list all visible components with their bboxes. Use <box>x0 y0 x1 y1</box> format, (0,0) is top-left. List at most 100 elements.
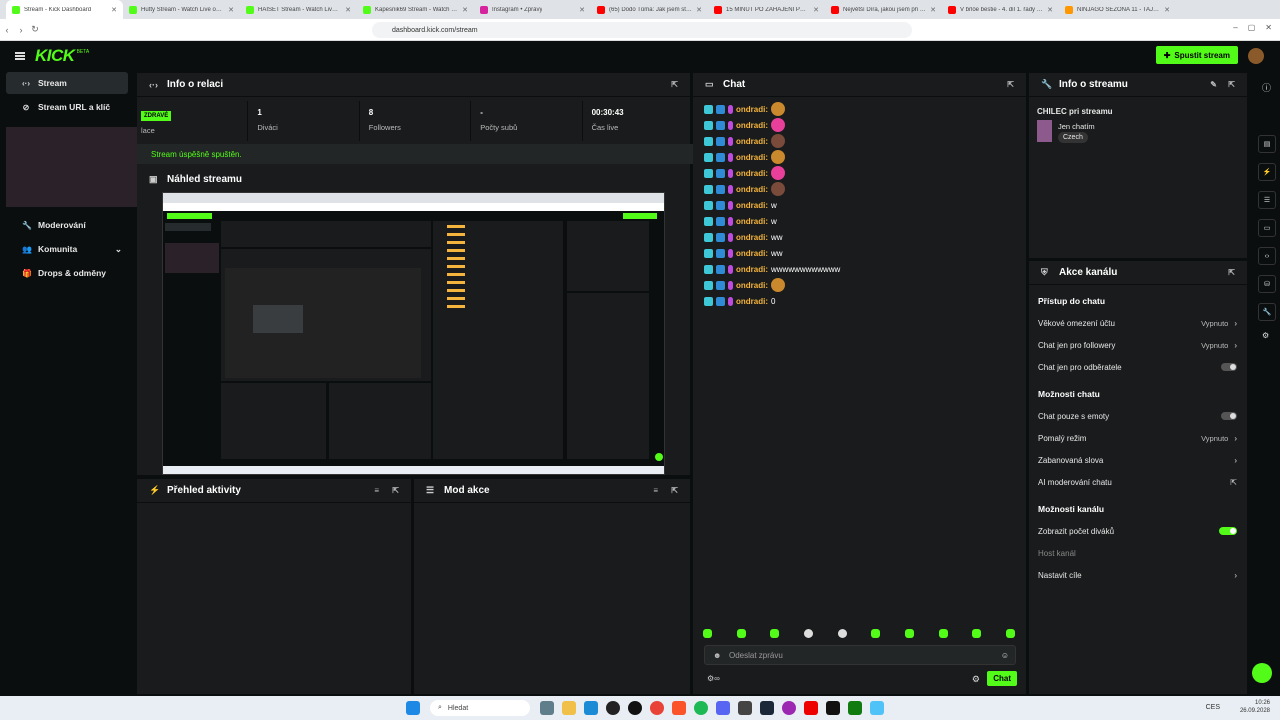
browser-tab[interactable]: NINJAGO SEZÓNA 11 - TAJEMST ✕ <box>1059 0 1176 19</box>
popout-icon[interactable]: ⇱ <box>392 486 399 495</box>
tab-close-icon[interactable]: ✕ <box>462 6 468 14</box>
chat-input[interactable]: ☻ Odeslat zprávu ☺ <box>704 645 1016 665</box>
toggle-switch[interactable] <box>1221 412 1237 420</box>
github-icon[interactable] <box>628 701 642 715</box>
chat-tools-icon[interactable]: ⚙∞ <box>707 674 720 683</box>
setting-row[interactable]: Host kanál <box>1029 542 1247 564</box>
info-icon[interactable]: ⓘ <box>1262 81 1280 135</box>
sidebar-item-0[interactable]: ‹·› Stream <box>6 72 128 94</box>
tab-close-icon[interactable]: ✕ <box>228 6 234 14</box>
storage-icon[interactable]: ⛁ <box>1258 275 1276 293</box>
notepad-icon[interactable] <box>870 701 884 715</box>
sidebar-item-2[interactable]: 🔧 Moderování <box>6 214 128 236</box>
chat-message[interactable]: ondradi: <box>693 101 1026 117</box>
popout-icon[interactable]: ⇱ <box>1228 80 1235 89</box>
chrome-icon[interactable] <box>650 701 664 715</box>
setting-row[interactable]: Zobrazit počet diváků <box>1029 520 1247 542</box>
chat-username[interactable]: ondradi: <box>736 169 768 178</box>
clock[interactable]: 10:26 26.09.2028 <box>1240 699 1270 715</box>
popout-icon[interactable]: ⇱ <box>1007 80 1014 89</box>
brave-icon[interactable] <box>672 701 686 715</box>
avatar[interactable] <box>1248 48 1264 64</box>
app-icon[interactable] <box>782 701 796 715</box>
chat-username[interactable]: ondradi: <box>736 233 768 242</box>
emote-button[interactable] <box>736 629 746 638</box>
plugin-icon[interactable]: ⚙ <box>1262 331 1280 340</box>
chat-username[interactable]: ondradi: <box>736 297 768 306</box>
setting-row[interactable]: Chat jen pro followery Vypnuto › <box>1029 334 1247 356</box>
tab-close-icon[interactable]: ✕ <box>579 6 585 14</box>
emote-button[interactable] <box>837 629 847 638</box>
browser-tab[interactable]: Stream - Kick Dashboard ✕ <box>6 0 123 19</box>
calculator-icon[interactable] <box>738 701 752 715</box>
browser-tab[interactable]: Hutty Stream - Watch Live on Kick ✕ <box>123 0 240 19</box>
browser-tab[interactable]: 15 MINUT PO ZAHÁJENÍ PŘEST ✕ <box>708 0 825 19</box>
send-chat-button[interactable]: Chat <box>987 671 1017 686</box>
chat-message[interactable]: ondradi: 0 <box>693 293 1026 309</box>
browser-tab[interactable]: Instagram • Zprávy ✕ <box>474 0 591 19</box>
sidebar-item-1[interactable]: ⊘ Stream URL a klíč <box>6 96 128 118</box>
chat-username[interactable]: ondradi: <box>736 265 768 274</box>
spotify-icon[interactable] <box>694 701 708 715</box>
chat-username[interactable]: ondradi: <box>736 281 768 290</box>
setting-row[interactable]: AI moderování chatu ⇱ <box>1029 471 1247 493</box>
chat-message[interactable]: ondradi: ww <box>693 229 1026 245</box>
chat-message[interactable]: ondradi: <box>693 149 1026 165</box>
close-icon[interactable]: ✕ <box>1265 23 1272 32</box>
discord-icon[interactable] <box>716 701 730 715</box>
obs-icon[interactable] <box>606 701 620 715</box>
browser-tab[interactable]: V brlöe bestie - 4. díl 1. řady | LEG ✕ <box>942 0 1059 19</box>
chat-icon[interactable]: ▭ <box>1258 219 1276 237</box>
popout-icon[interactable]: ⇱ <box>671 486 678 495</box>
toggle-switch[interactable] <box>1219 527 1237 535</box>
setting-row[interactable]: Pomalý režim Vypnuto › <box>1029 427 1247 449</box>
kick-logo[interactable]: KICK <box>35 46 75 66</box>
emote-button[interactable] <box>871 629 881 638</box>
url-bar[interactable]: dashboard.kick.com/stream <box>372 22 912 38</box>
youtube-icon[interactable] <box>804 701 818 715</box>
steam-icon[interactable] <box>760 701 774 715</box>
emote-button[interactable] <box>972 629 982 638</box>
filter-icon[interactable]: ≡ <box>374 486 379 495</box>
tab-close-icon[interactable]: ✕ <box>930 6 936 14</box>
tab-close-icon[interactable]: ✕ <box>345 6 351 14</box>
sidebar-item-4[interactable]: 🎁 Drops & odměny <box>6 262 128 284</box>
back-icon[interactable]: ‹ <box>0 25 14 35</box>
setting-row[interactable]: Chat jen pro odběratele <box>1029 356 1247 378</box>
popout-icon[interactable]: ⇱ <box>671 80 678 89</box>
explorer-icon[interactable] <box>562 701 576 715</box>
chat-username[interactable]: ondradi: <box>736 185 768 194</box>
sidebar-item-3[interactable]: 👥 Komunita ⌄ <box>6 238 128 260</box>
wrench-icon[interactable]: 🔧 <box>1258 303 1276 321</box>
chat-message[interactable]: ondradi: <box>693 133 1026 149</box>
go-live-button[interactable]: ✚ Spustit stream <box>1155 46 1238 64</box>
chat-message[interactable]: ondradi: <box>693 117 1026 133</box>
setting-row[interactable]: Věkové omezení účtu Vypnuto › <box>1029 312 1247 334</box>
help-button[interactable] <box>1252 663 1272 683</box>
game-icon[interactable] <box>826 701 840 715</box>
windows-start-icon[interactable] <box>406 701 420 715</box>
emote-button[interactable] <box>770 629 780 638</box>
tab-close-icon[interactable]: ✕ <box>111 6 117 14</box>
lightning-icon[interactable]: ⚡ <box>1258 163 1276 181</box>
chat-username[interactable]: ondradi: <box>736 121 768 130</box>
xbox-icon[interactable] <box>848 701 862 715</box>
setting-row[interactable]: Nastavit cíle › <box>1029 564 1247 586</box>
setting-row[interactable]: Zabanovaná slova › <box>1029 449 1247 471</box>
browser-tab[interactable]: Kapesnik69 Stream - Watch Live o ✕ <box>357 0 474 19</box>
chat-message[interactable]: ondradi: wwwwwwwwwwww <box>693 261 1026 277</box>
minimize-icon[interactable]: – <box>1233 23 1237 32</box>
chat-username[interactable]: ondradi: <box>736 217 768 226</box>
browser-tab[interactable]: (65) Dodo Tůma: Jak jsem stream ✕ <box>591 0 708 19</box>
browser-tab[interactable]: Největší Díra, jakou jsem při Rýžo ✕ <box>825 0 942 19</box>
taskbar-search[interactable]: ⌕ Hledat <box>430 700 530 716</box>
forward-icon[interactable]: › <box>14 25 28 35</box>
emote-button[interactable] <box>904 629 914 638</box>
chat-username[interactable]: ondradi: <box>736 105 768 114</box>
emote-button[interactable] <box>803 629 813 638</box>
chat-message[interactable]: ondradi: ww <box>693 245 1026 261</box>
chat-message[interactable]: ondradi: w <box>693 197 1026 213</box>
emoji-icon[interactable]: ☺ <box>1001 651 1009 660</box>
filter-icon[interactable]: ≡ <box>653 486 658 495</box>
emote-button[interactable] <box>1005 629 1015 638</box>
